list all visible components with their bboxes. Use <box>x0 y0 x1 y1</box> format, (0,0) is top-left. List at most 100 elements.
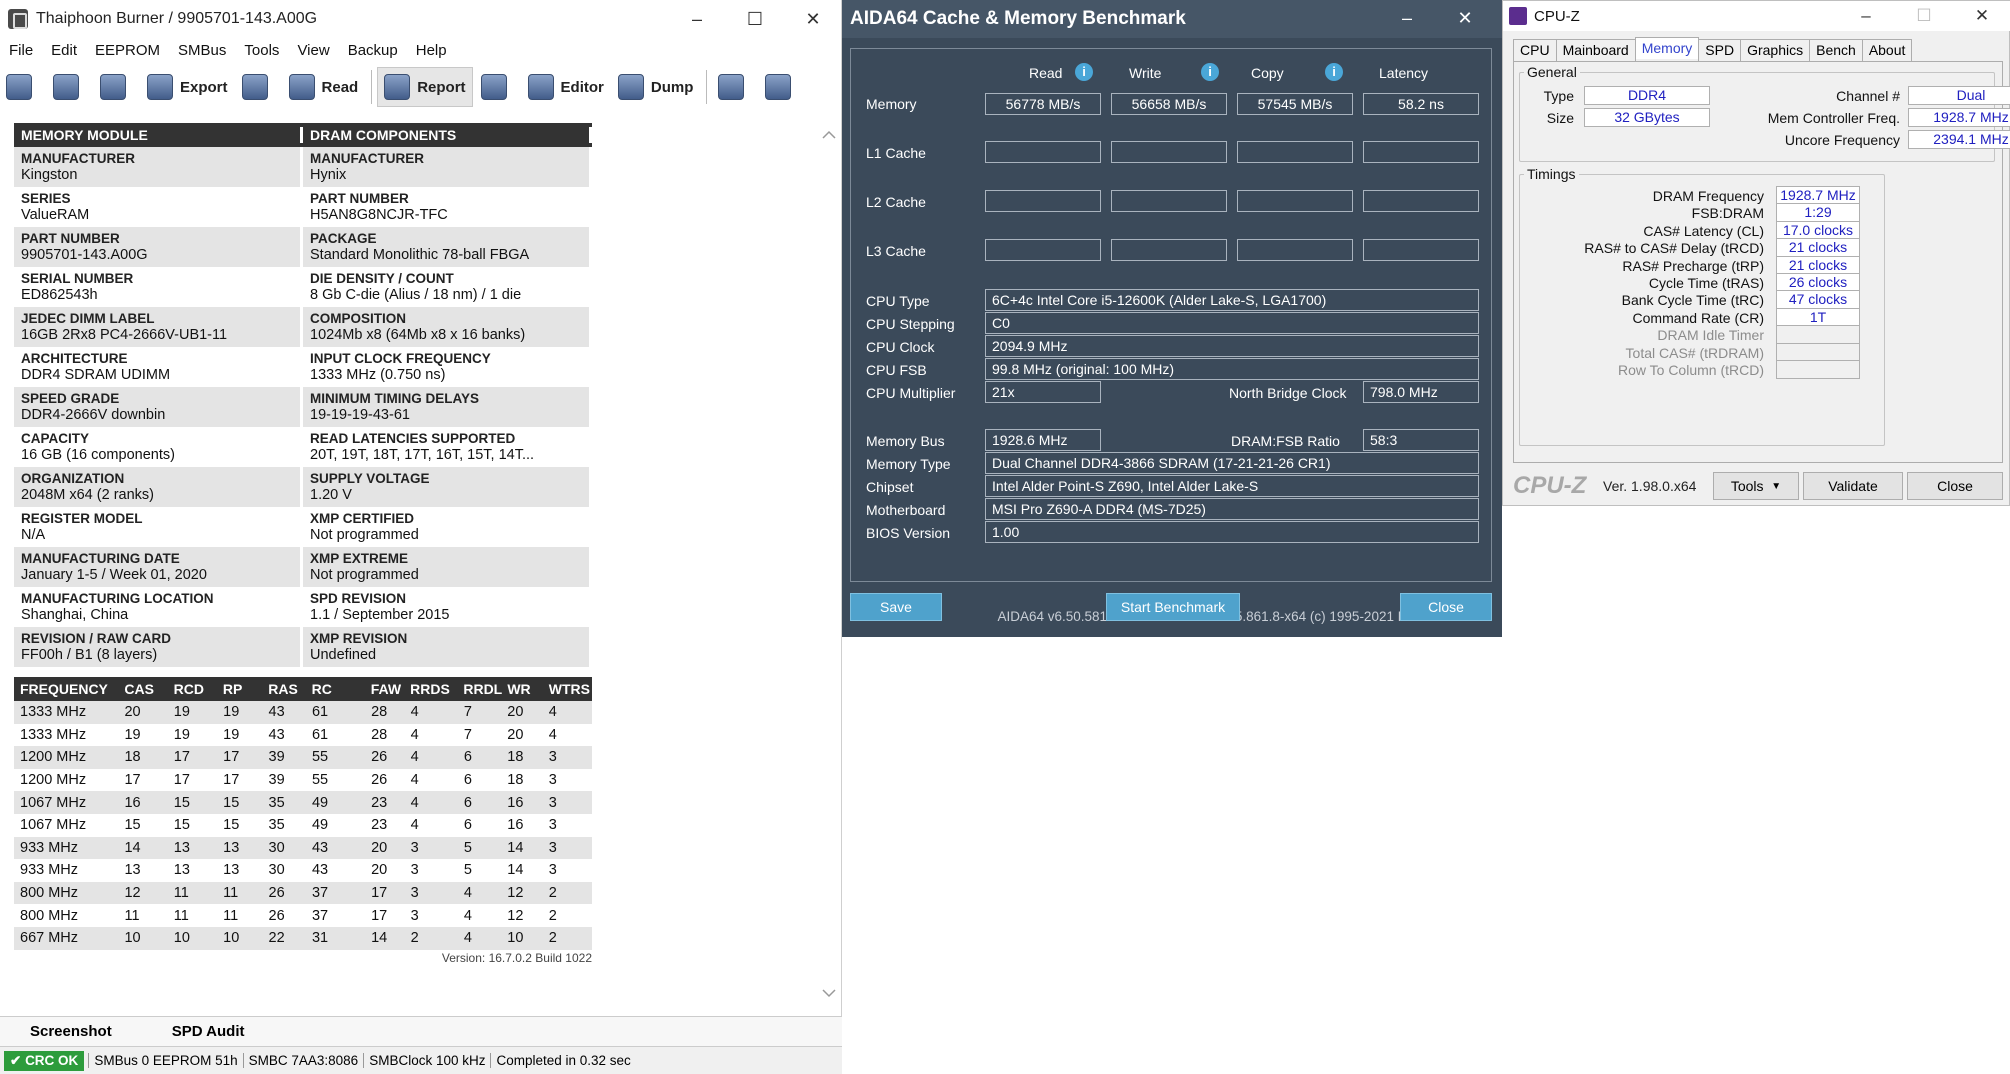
screenshot-button[interactable] <box>712 67 757 107</box>
tab-graphics[interactable]: Graphics <box>1740 39 1811 61</box>
menu-view[interactable]: View <box>288 42 338 59</box>
spd-field-label: XMP CERTIFIED <box>310 511 415 526</box>
timing-cell: 16 <box>507 794 524 811</box>
timing-value: 1928.7 MHz <box>1776 186 1860 205</box>
timing-cell: 19 <box>223 726 240 743</box>
save-button[interactable] <box>94 67 139 107</box>
read-info-icon[interactable]: i <box>1075 63 1093 81</box>
general-group-label: General <box>1524 64 1580 80</box>
timing-cell: 16 <box>124 794 141 811</box>
aida-close-button[interactable]: ✕ <box>1436 2 1494 34</box>
cpuz-close-dialog-button[interactable]: Close <box>1907 472 2003 500</box>
maximize-button[interactable]: ☐ <box>726 0 784 38</box>
timing-cell: 49 <box>311 817 329 834</box>
aida-save-button[interactable]: Save <box>850 593 942 621</box>
cpuz-minimize-button[interactable]: – <box>1837 1 1895 31</box>
spd-cell: XMP CERTIFIED Not programmed <box>303 507 592 547</box>
menu-smbus[interactable]: SMBus <box>169 42 235 59</box>
validate-button[interactable]: Validate <box>1803 472 1903 500</box>
menu-eeprom[interactable]: EEPROM <box>86 42 169 59</box>
cpuz-close-button[interactable]: ✕ <box>1953 1 2010 31</box>
export-button[interactable]: Export <box>141 67 234 107</box>
spd-field-value: 16 GB (16 components) <box>21 447 175 463</box>
cpuz-maximize-button[interactable]: ☐ <box>1895 1 1953 31</box>
spd-field-label: XMP REVISION <box>310 631 408 646</box>
spd-cell: MANUFACTURER Kingston <box>14 147 303 187</box>
timing-cell: 11 <box>124 907 140 924</box>
dump-button[interactable]: Dump <box>612 67 700 107</box>
write-info-icon[interactable]: i <box>1201 63 1219 81</box>
settings-button[interactable] <box>0 67 45 107</box>
spd-field-value: DDR4-2666V downbin <box>21 407 166 423</box>
editor-button[interactable]: Editor <box>522 67 610 107</box>
cpu-type-label: CPU Type <box>866 293 930 309</box>
l2-copy-value <box>1237 190 1353 212</box>
tab-cpu[interactable]: CPU <box>1513 39 1557 61</box>
timing-cell: 20 <box>507 704 524 721</box>
timing-cell: 933 MHz <box>20 862 79 879</box>
spd-row: ARCHITECTURE DDR4 SDRAM UDIMM INPUT CLOCK … <box>14 347 592 387</box>
aida-minimize-button[interactable]: – <box>1378 2 1436 34</box>
tab-spd[interactable]: SPD <box>1698 39 1742 61</box>
l1-latency-value <box>1363 141 1479 163</box>
bios-value: 1.00 <box>985 521 1479 543</box>
timing-label: CAS# Latency (CL) <box>1643 222 1764 239</box>
spd-field-label: XMP EXTREME <box>310 551 409 566</box>
spd-field-label: MANUFACTURING DATE <box>21 551 180 566</box>
col-latency: Latency <box>1379 65 1429 81</box>
spd-row: JEDEC DIMM LABEL 16GB 2Rx8 PC4-2666V-UB1-… <box>14 307 592 347</box>
spd-field-value: 19-19-19-43-61 <box>310 407 410 423</box>
menu-file[interactable]: File <box>0 42 42 59</box>
timing-cell: 11 <box>223 907 239 924</box>
report-button[interactable]: Report <box>377 67 473 107</box>
tab-bench[interactable]: Bench <box>1809 39 1863 61</box>
tab-about[interactable]: About <box>1861 39 1913 61</box>
minimize-button[interactable]: – <box>668 0 726 38</box>
timing-cell: 20 <box>507 726 524 743</box>
start-benchmark-button[interactable]: Start Benchmark <box>1106 593 1240 621</box>
memory-bus-label: Memory Bus <box>866 433 945 449</box>
menu-edit[interactable]: Edit <box>42 42 86 59</box>
l3-read-value <box>985 239 1101 261</box>
spd-field-value: Kingston <box>21 167 78 183</box>
vertical-scrollbar[interactable] <box>820 124 838 1006</box>
timing-column-header: RRDS <box>410 681 450 697</box>
menu-tools[interactable]: Tools <box>235 42 288 59</box>
menu-backup[interactable]: Backup <box>339 42 407 59</box>
spd-cell: XMP EXTREME Not programmed <box>303 547 592 587</box>
copy-info-icon[interactable]: i <box>1325 63 1343 81</box>
timing-cell: 12 <box>507 907 524 924</box>
tab-spd-audit[interactable]: SPD Audit <box>142 1023 275 1040</box>
lock-button[interactable] <box>236 67 281 107</box>
read-button[interactable]: Read <box>283 67 365 107</box>
aida-close-dialog-button[interactable]: Close <box>1400 593 1492 621</box>
timing-cell: 17 <box>371 907 388 924</box>
open-button[interactable] <box>47 67 92 107</box>
spd-field-label: DIE DENSITY / COUNT <box>310 271 454 286</box>
memory-read-value: 56778 MB/s <box>985 93 1101 115</box>
copy-button[interactable] <box>759 67 804 107</box>
timing-cell: 17 <box>173 749 190 766</box>
spd-cell: ARCHITECTURE DDR4 SDRAM UDIMM <box>14 347 303 387</box>
close-button[interactable]: ✕ <box>784 0 842 38</box>
nb-clock-value: 798.0 MHz <box>1363 381 1479 403</box>
wrench-button[interactable] <box>475 67 520 107</box>
menu-help[interactable]: Help <box>407 42 456 59</box>
chipset-value: Intel Alder Point-S Z690, Intel Alder La… <box>985 475 1479 497</box>
timing-cell: 22 <box>268 930 285 947</box>
aida-titlebar: AIDA64 Cache & Memory Benchmark – ✕ <box>842 0 1502 38</box>
cpu-multiplier-label: CPU Multiplier <box>866 385 956 401</box>
tab-memory[interactable]: Memory <box>1634 37 1700 59</box>
timing-cell: 19 <box>124 726 141 743</box>
tab-mainboard[interactable]: Mainboard <box>1555 39 1636 61</box>
timing-table: 1333 MHz 20 19 19 43 61 28 4 7 20 4 1333 MHz 19 19 19 4… <box>14 701 592 950</box>
spd-field-label: JEDEC DIMM LABEL <box>21 311 155 326</box>
tools-button[interactable]: Tools ▼ <box>1713 472 1799 500</box>
spd-cell: PART NUMBER 9905701-143.A00G <box>14 227 303 267</box>
motherboard-value: MSI Pro Z690-A DDR4 (MS-7D25) <box>985 498 1479 520</box>
folder-icon <box>53 74 79 100</box>
spd-row: REVISION / RAW CARD FF00h / B1 (8 layers)… <box>14 627 592 667</box>
tab-screenshot[interactable]: Screenshot <box>0 1023 142 1040</box>
timing-cell: 20 <box>371 839 388 856</box>
timing-cell: 3 <box>548 749 557 766</box>
